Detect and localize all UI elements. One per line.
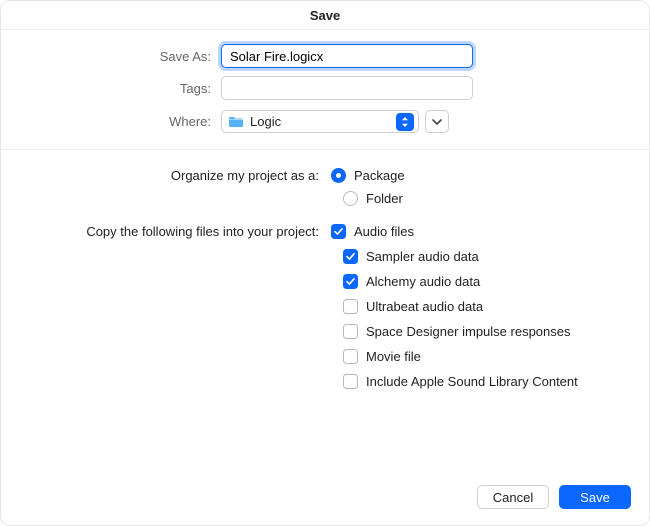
- expand-dialog-button[interactable]: [425, 110, 449, 133]
- copy-label-1: Sampler audio data: [366, 249, 479, 264]
- tags-label: Tags:: [25, 81, 221, 96]
- copy-label-3: Ultrabeat audio data: [366, 299, 483, 314]
- save-as-label: Save As:: [25, 49, 221, 64]
- organize-package-radio[interactable]: [331, 168, 346, 183]
- save-dialog: Save Save As: Tags: Where:: [0, 0, 650, 526]
- file-fields-section: Save As: Tags: Where:: [1, 30, 649, 145]
- where-label: Where:: [25, 114, 221, 129]
- copy-check-1[interactable]: [343, 249, 358, 264]
- copy-check-0[interactable]: [331, 224, 346, 239]
- copy-check-2[interactable]: [343, 274, 358, 289]
- save-button[interactable]: Save: [559, 485, 631, 509]
- organize-folder-radio[interactable]: [343, 191, 358, 206]
- updown-arrows-icon: [396, 113, 414, 131]
- copy-label-6: Include Apple Sound Library Content: [366, 374, 578, 389]
- save-as-input[interactable]: [221, 44, 473, 68]
- copy-label-2: Alchemy audio data: [366, 274, 480, 289]
- copy-label-4: Space Designer impulse responses: [366, 324, 571, 339]
- where-value: Logic: [250, 114, 390, 129]
- copy-check-6[interactable]: [343, 374, 358, 389]
- folder-icon: [228, 115, 244, 128]
- copy-check-4[interactable]: [343, 324, 358, 339]
- dialog-title: Save: [1, 1, 649, 30]
- copy-check-3[interactable]: [343, 299, 358, 314]
- where-popup[interactable]: Logic: [221, 110, 419, 133]
- copy-label: Copy the following files into your proje…: [25, 224, 331, 239]
- organize-label: Organize my project as a:: [25, 168, 331, 183]
- cancel-button[interactable]: Cancel: [477, 485, 549, 509]
- copy-check-5[interactable]: [343, 349, 358, 364]
- copy-label-0: Audio files: [354, 224, 414, 239]
- cancel-button-label: Cancel: [493, 490, 533, 505]
- chevron-down-icon: [432, 119, 442, 125]
- organize-folder-label: Folder: [366, 191, 403, 206]
- save-button-label: Save: [580, 490, 610, 505]
- options-section: Organize my project as a: Package Folder…: [1, 150, 649, 473]
- organize-package-label: Package: [354, 168, 405, 183]
- copy-label-5: Movie file: [366, 349, 421, 364]
- dialog-footer: Cancel Save: [1, 473, 649, 525]
- tags-input[interactable]: [221, 76, 473, 100]
